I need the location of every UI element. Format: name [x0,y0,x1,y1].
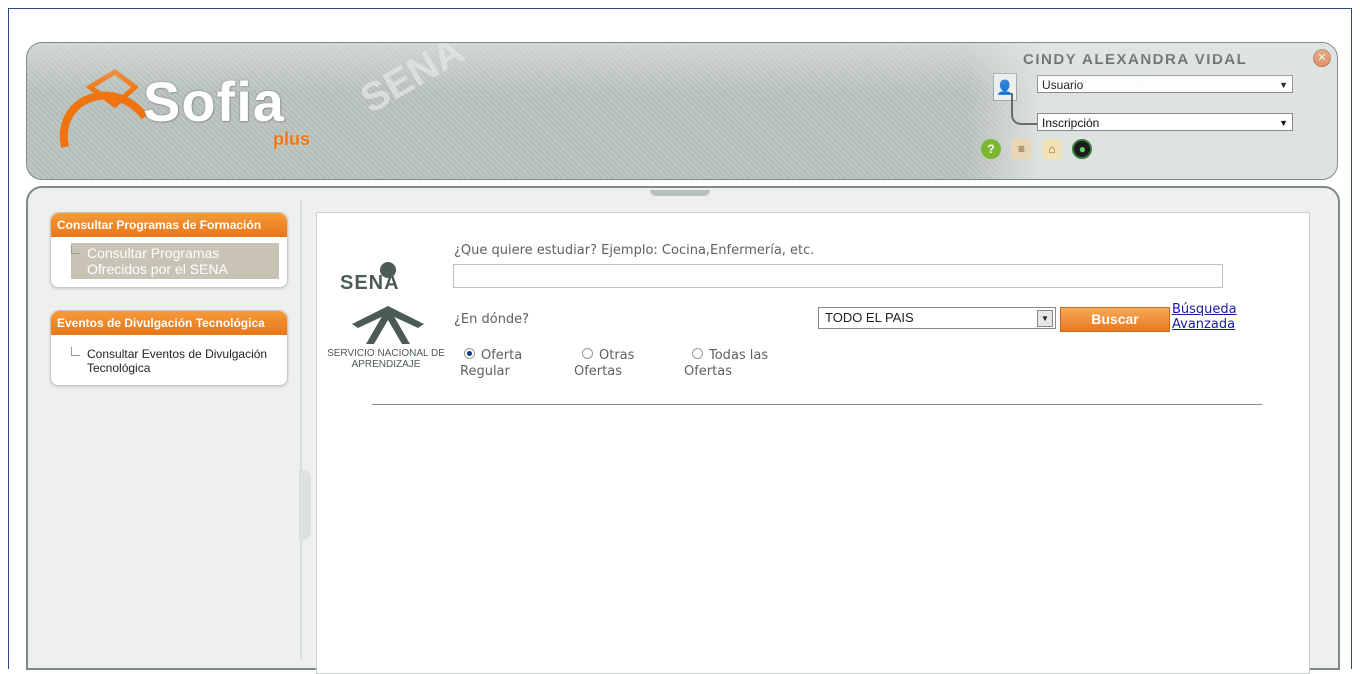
sidebar-block-programas: Consultar Programas de Formación Consult… [50,212,288,288]
sidebar-block-title: Eventos de Divulgación Tecnológica [51,311,287,335]
sofia-plus-logo: Sofia plus [55,57,355,177]
book-icon[interactable]: ≡ [1011,139,1032,159]
radio-unchecked-icon [582,348,593,359]
sidebar-divider [300,200,302,660]
sidebar-collapse-handle[interactable] [299,470,311,540]
header-icons: ? ≡ ⌂ ● [981,139,1098,159]
location-select-value: TODO EL PAIS [825,310,914,325]
advanced-search-link-line1: Búsqueda [1172,302,1237,317]
collapse-header-handle[interactable] [650,190,710,196]
lock-icon[interactable]: ⌂ [1041,139,1062,159]
chevron-down-icon: ▼ [1279,80,1288,90]
sena-logo-text: SENA [340,272,400,294]
sidebar-item-label: Consultar Eventos de Divulgación Tecnoló… [87,347,268,375]
radio-checked-icon [464,348,475,359]
radio-label-line2: Regular [460,364,510,379]
chevron-down-icon: ▼ [1279,118,1288,128]
content-separator [372,404,1262,405]
sidebar-item-consultar-eventos[interactable]: Consultar Eventos de Divulgación Tecnoló… [71,345,279,377]
radio-label: Otras [599,348,635,363]
module-select-value: Inscripción [1042,116,1100,130]
user-name: CINDY ALEXANDRA VIDAL [1023,51,1248,68]
search-button[interactable]: Buscar [1060,307,1170,332]
radio-unchecked-icon [692,348,703,359]
close-icon[interactable]: ✕ [1313,49,1331,67]
tree-line-icon [71,245,80,254]
advanced-search-link-line2: Avanzada [1172,317,1236,332]
location-select[interactable]: TODO EL PAIS ▼ [818,307,1056,329]
connector-line [1011,93,1037,125]
sena-watermark: SENA [353,42,472,122]
advanced-search-link[interactable]: Búsqueda Avanzada [1172,302,1237,332]
what-label: ¿Que quiere estudiar? Ejemplo: Cocina,En… [454,243,815,258]
sena-logo: SENA SERVICIO NACIONAL DE APRENDIZAJE [326,262,446,382]
sidebar-item-label: Consultar Programas Ofrecidos por el SEN… [87,245,228,277]
module-select[interactable]: Inscripción ▼ [1037,113,1293,131]
radio-otras-ofertas[interactable]: Otras Ofertas [574,348,635,380]
tree-line-icon [71,347,80,356]
search-input[interactable] [453,264,1223,288]
radio-label: Oferta [481,348,523,363]
logo-text: Sofia [143,70,285,133]
sena-logo-org: SERVICIO NACIONAL DE APRENDIZAJE [327,348,445,370]
logo-subtext: plus [273,129,311,149]
sidebar-item-consultar-programas[interactable]: Consultar Programas Ofrecidos por el SEN… [71,243,279,279]
user-panel: CINDY ALEXANDRA VIDAL ✕ 👤 Usuario ▼ Insc… [967,43,1337,179]
sofia-swoosh-icon [59,68,149,148]
role-select-value: Usuario [1042,78,1084,92]
sidebar: Consultar Programas de Formación Consult… [50,212,290,408]
radio-label-line2: Ofertas [684,364,732,379]
where-label: ¿En dónde? [454,312,530,327]
header-banner: Sofia plus SENA CINDY ALEXANDRA VIDAL ✕ … [26,42,1338,180]
help-icon[interactable]: ? [981,139,1001,159]
radio-oferta-regular[interactable]: Oferta Regular [460,348,523,380]
radio-label-line2: Ofertas [574,364,622,379]
radio-todas-ofertas[interactable]: Todas las Ofertas [684,348,769,380]
sidebar-block-eventos: Eventos de Divulgación Tecnológica Consu… [50,310,288,386]
radio-label: Todas las [709,348,769,363]
role-select[interactable]: Usuario ▼ [1037,75,1293,93]
chevron-down-icon: ▼ [1037,310,1053,327]
power-icon[interactable]: ● [1072,139,1093,159]
sidebar-block-title: Consultar Programas de Formación [51,213,287,237]
